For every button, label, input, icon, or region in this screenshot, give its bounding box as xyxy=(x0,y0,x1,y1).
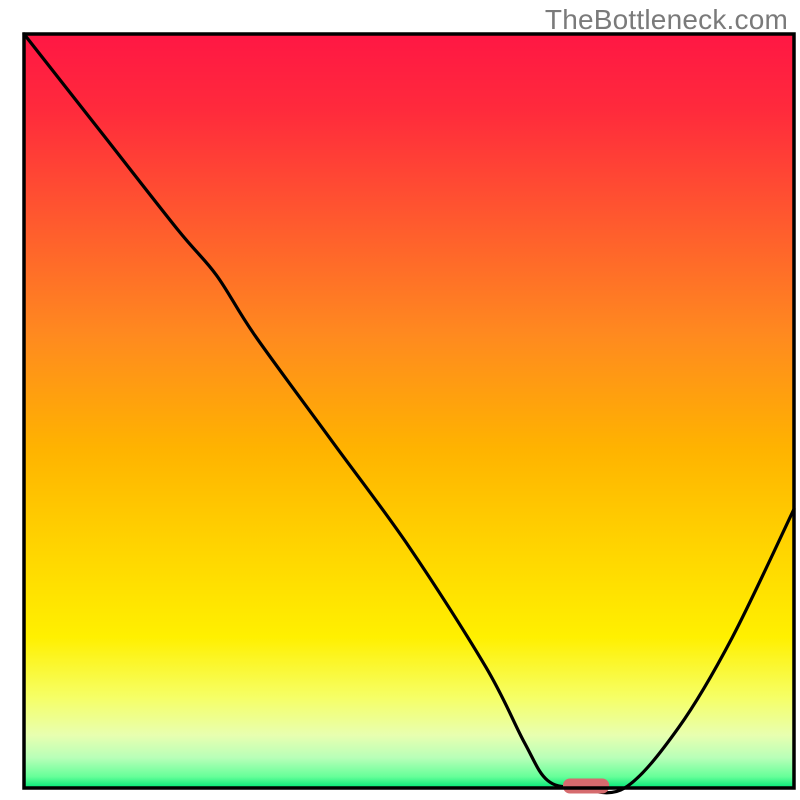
watermark-text: TheBottleneck.com xyxy=(545,4,788,36)
plot-background xyxy=(24,34,794,788)
minimum-marker xyxy=(563,778,609,793)
bottleneck-chart xyxy=(0,0,800,800)
chart-container: TheBottleneck.com xyxy=(0,0,800,800)
